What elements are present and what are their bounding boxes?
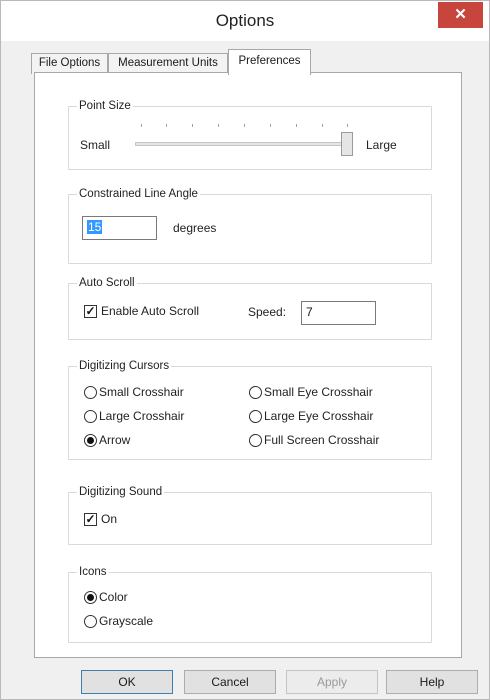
digitizing-sound-legend: Digitizing Sound (77, 485, 165, 499)
icons-group: Icons Color Grayscale (68, 565, 432, 643)
radio-arrow[interactable] (84, 434, 97, 447)
point-size-min-label: Small (80, 138, 111, 152)
enable-auto-scroll-checkbox[interactable]: ✓ (84, 305, 97, 318)
point-size-legend: Point Size (77, 99, 133, 113)
icons-legend: Icons (77, 565, 109, 579)
check-icon: ✓ (85, 512, 96, 526)
color-label: Color (99, 590, 128, 604)
close-icon: ✕ (454, 6, 467, 23)
tab-preferences[interactable]: Preferences (228, 49, 311, 75)
angle-input[interactable]: 15 (82, 216, 157, 240)
title-bar: Options ✕ (1, 1, 489, 41)
radio-large-eye-crosshair[interactable] (249, 410, 262, 423)
apply-button[interactable]: Apply (286, 670, 378, 694)
slider-tick (218, 124, 219, 127)
auto-scroll-legend: Auto Scroll (77, 276, 137, 290)
grayscale-label: Grayscale (99, 614, 154, 628)
radio-color[interactable] (84, 591, 97, 604)
small-eye-crosshair-label: Small Eye Crosshair (264, 385, 373, 399)
slider-tick (141, 124, 142, 127)
digitizing-cursors-group: Digitizing Cursors Small Crosshair Small… (68, 359, 432, 460)
speed-input[interactable]: 7 (301, 301, 376, 325)
small-crosshair-label: Small Crosshair (99, 385, 184, 399)
large-eye-crosshair-label: Large Eye Crosshair (264, 409, 374, 423)
cancel-button[interactable]: Cancel (184, 670, 276, 694)
auto-scroll-group: Auto Scroll ✓ Enable Auto Scroll Speed: … (68, 276, 432, 340)
angle-unit-label: degrees (173, 221, 217, 235)
digitizing-cursors-legend: Digitizing Cursors (77, 359, 172, 373)
check-icon: ✓ (85, 304, 96, 318)
point-size-slider-track[interactable] (135, 142, 353, 146)
sound-on-checkbox[interactable]: ✓ (84, 513, 97, 526)
enable-auto-scroll-label: Enable Auto Scroll (101, 304, 200, 318)
angle-value: 15 (87, 220, 103, 234)
tab-measurement-units[interactable]: Measurement Units (108, 53, 228, 74)
sound-on-label: On (101, 512, 118, 526)
slider-tick (244, 124, 245, 127)
radio-small-eye-crosshair[interactable] (249, 386, 262, 399)
tab-file-options[interactable]: File Options (31, 53, 108, 74)
constrained-line-angle-group: Constrained Line Angle 15 degrees (68, 187, 432, 264)
radio-grayscale[interactable] (84, 615, 97, 628)
radio-small-crosshair[interactable] (84, 386, 97, 399)
slider-tick (347, 124, 348, 127)
digitizing-sound-group: Digitizing Sound ✓ On (68, 485, 432, 545)
slider-tick (270, 124, 271, 127)
ok-button[interactable]: OK (81, 670, 173, 694)
point-size-slider-thumb[interactable] (341, 132, 353, 156)
point-size-max-label: Large (366, 138, 397, 152)
radio-large-crosshair[interactable] (84, 410, 97, 423)
window-title: Options (215, 11, 275, 30)
constrained-line-angle-legend: Constrained Line Angle (77, 187, 200, 201)
preferences-panel: Point Size Small Large Constrained Line … (34, 72, 462, 658)
options-dialog: Options ✕ File Options Measurement Units… (0, 0, 490, 700)
full-screen-crosshair-label: Full Screen Crosshair (264, 433, 380, 447)
point-size-group: Point Size Small Large (68, 99, 432, 170)
speed-label: Speed: (248, 305, 287, 319)
slider-tick (296, 124, 297, 127)
large-crosshair-label: Large Crosshair (99, 409, 185, 423)
help-button[interactable]: Help (386, 670, 478, 694)
slider-tick (322, 124, 323, 127)
close-button[interactable]: ✕ (438, 2, 483, 28)
slider-tick (192, 124, 193, 127)
radio-full-screen-crosshair[interactable] (249, 434, 262, 447)
arrow-label: Arrow (99, 433, 131, 447)
slider-tick (166, 124, 167, 127)
